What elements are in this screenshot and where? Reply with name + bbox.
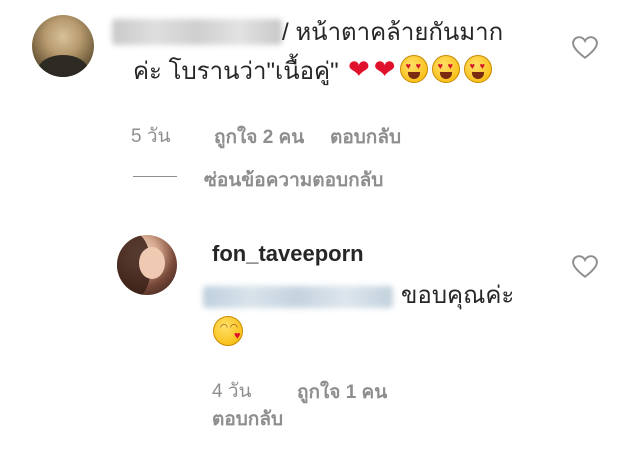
- smiling-face-with-hearts-emoji: ♥ ♥: [399, 55, 428, 83]
- reply-likes[interactable]: ถูกใจ 1 คน: [297, 377, 387, 407]
- reply-avatar[interactable]: [117, 235, 177, 295]
- replies-divider: [133, 176, 177, 177]
- face-blowing-kiss-emoji: ◠ ◠ ♥: [213, 316, 243, 346]
- like-heart-icon[interactable]: [572, 36, 598, 60]
- red-heart-emoji: ❤: [348, 54, 370, 84]
- comment-time: 5 วัน: [131, 126, 171, 147]
- hide-replies-button[interactable]: ซ่อนข้อความตอบกลับ: [204, 165, 383, 195]
- commenter-avatar[interactable]: [32, 15, 94, 77]
- blurred-mention: [203, 286, 393, 308]
- reply-time: 4 วัน: [212, 381, 252, 402]
- comment-likes[interactable]: ถูกใจ 2 คน: [214, 122, 304, 152]
- comment-emojis: ❤ ❤ ♥ ♥ ♥ ♥ ♥ ♥: [348, 54, 492, 84]
- comment-text-line2: ค่ะ โบรานว่า"เนื้อคู่": [133, 58, 339, 85]
- reply-reply-button[interactable]: ตอบกลับ: [212, 404, 283, 434]
- blurred-username: [112, 19, 282, 45]
- comment-reply-button[interactable]: ตอบกลับ: [330, 122, 401, 152]
- comment-text-line1: / หน้าตาคล้ายกันมาก: [282, 19, 504, 46]
- red-heart-emoji: ❤: [373, 54, 396, 84]
- heart-eyes-emoji: ♥ ♥: [431, 55, 460, 83]
- reply-username[interactable]: fon_taveeporn: [212, 241, 364, 267]
- reply-like-heart-icon[interactable]: [572, 255, 598, 279]
- reply-text: ขอบคุณค่ะ: [401, 282, 515, 309]
- heart-eyes-emoji: ♥ ♥: [463, 55, 492, 83]
